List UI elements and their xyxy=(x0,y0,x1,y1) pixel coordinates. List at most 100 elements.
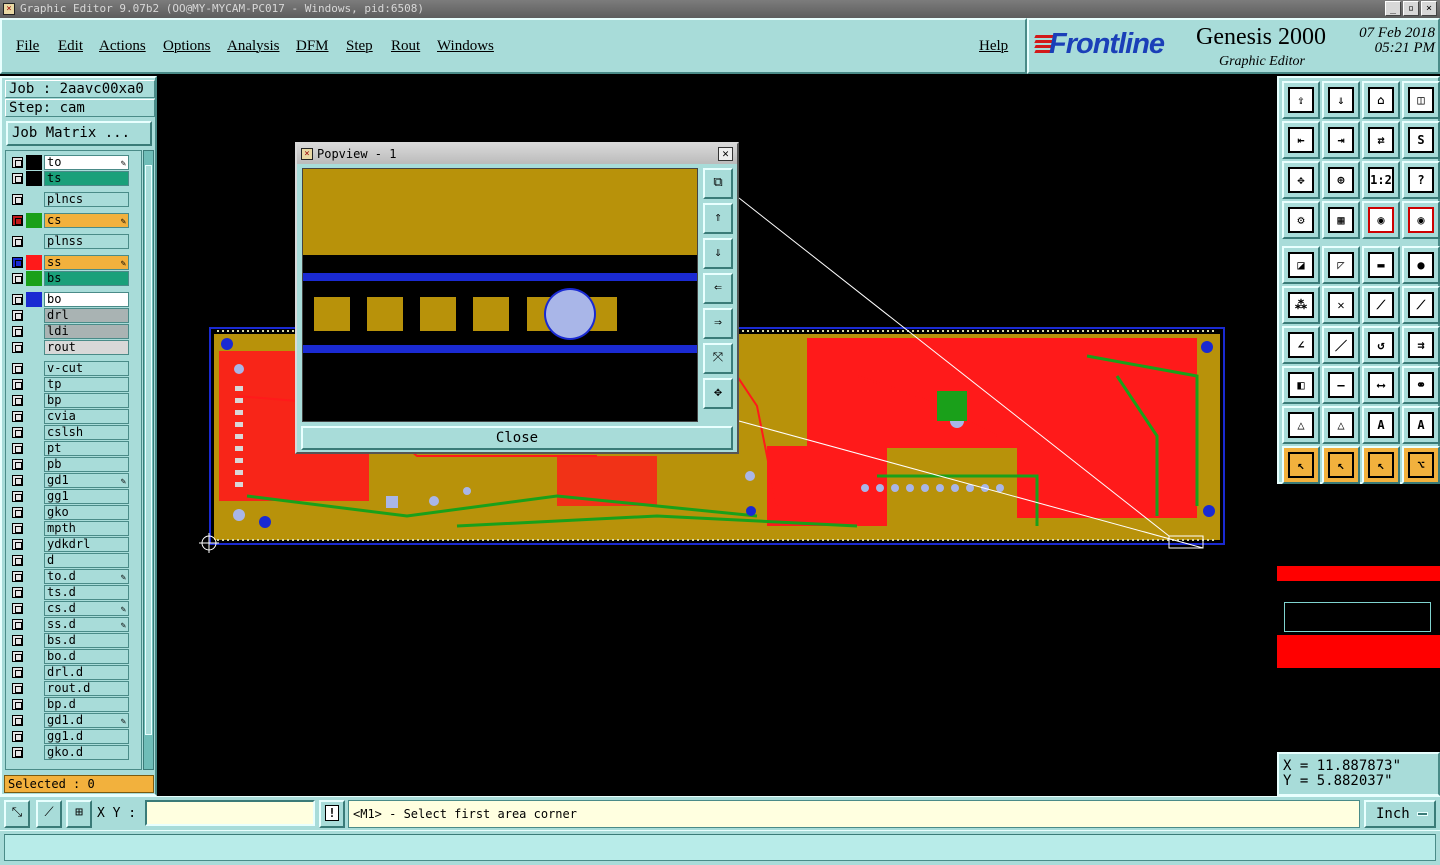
layer-row-ss-d[interactable]: ss.d ✎ xyxy=(8,617,141,632)
pointer-dot-button[interactable]: ↖ xyxy=(1362,446,1400,484)
layer-row-ldi[interactable]: ldi xyxy=(8,324,141,339)
menu-help[interactable]: Help xyxy=(979,38,1008,55)
layer-checkbox[interactable] xyxy=(12,491,23,502)
layer-checkbox[interactable] xyxy=(12,257,23,268)
layer-row-gd1-d[interactable]: gd1.d ✎ xyxy=(8,713,141,728)
layer-row-ts-d[interactable]: ts.d xyxy=(8,585,141,600)
layer-checkbox[interactable] xyxy=(12,523,23,534)
arrow-button[interactable]: ⇉ xyxy=(1402,326,1440,364)
layer-row-drl[interactable]: drl xyxy=(8,308,141,323)
layer-name[interactable]: bp.d xyxy=(44,697,129,712)
scrollbar-thumb[interactable] xyxy=(145,165,152,735)
layer-row-tp[interactable]: tp xyxy=(8,377,141,392)
layer-row-cs[interactable]: cs ✎ xyxy=(8,213,141,228)
layer-name[interactable]: ss ✎ xyxy=(44,255,129,270)
layer-row-ts[interactable]: ts xyxy=(8,171,141,186)
layer-name[interactable]: cslsh xyxy=(44,425,129,440)
layer-row-rout-d[interactable]: rout.d xyxy=(8,681,141,696)
layer-checkbox[interactable] xyxy=(12,157,23,168)
overview-map[interactable] xyxy=(1277,484,1440,752)
feature-button[interactable]: ◧ xyxy=(1282,366,1320,404)
layer-color-swatch[interactable] xyxy=(26,292,42,307)
measure-angle-button[interactable]: ◸ xyxy=(1322,246,1360,284)
scale-1-2-button[interactable]: 1:2 xyxy=(1362,161,1400,199)
layer-name[interactable]: cs.d ✎ xyxy=(44,601,129,616)
settings-button[interactable]: ⚙ xyxy=(1282,201,1320,239)
layer-name[interactable]: ldi xyxy=(44,324,129,339)
xy-input[interactable] xyxy=(145,800,315,826)
layer-row-gg1-d[interactable]: gg1.d xyxy=(8,729,141,744)
layer-name[interactable]: drl xyxy=(44,308,129,323)
layer-row-drl-d[interactable]: drl.d xyxy=(8,665,141,680)
layer-color-swatch[interactable] xyxy=(26,171,42,186)
layer-name[interactable]: to.d ✎ xyxy=(44,569,129,584)
layer-checkbox[interactable] xyxy=(12,731,23,742)
layer-checkbox[interactable] xyxy=(12,683,23,694)
layer-row-gko[interactable]: gko xyxy=(8,505,141,520)
line-blue-button[interactable]: ⟋ xyxy=(1402,286,1440,324)
layer-checkbox[interactable] xyxy=(12,475,23,486)
layer-name[interactable]: ss.d ✎ xyxy=(44,617,129,632)
menu-dfm[interactable]: DFM xyxy=(296,38,329,55)
zoom-in-button[interactable]: ⇓ xyxy=(1322,81,1360,119)
layer-color-swatch[interactable] xyxy=(26,271,42,286)
layer-checkbox[interactable] xyxy=(12,603,23,614)
layer-checkbox[interactable] xyxy=(12,651,23,662)
layer-name[interactable]: plnss xyxy=(44,234,129,249)
layer-name[interactable]: to ✎ xyxy=(44,155,129,170)
layer-row-mpth[interactable]: mpth xyxy=(8,521,141,536)
layer-name[interactable]: drl.d xyxy=(44,665,129,680)
select-button[interactable]: ◪ xyxy=(1282,246,1320,284)
layer-checkbox[interactable] xyxy=(12,326,23,337)
layer-checkbox[interactable] xyxy=(12,427,23,438)
layer-checkbox[interactable] xyxy=(12,443,23,454)
layer-checkbox[interactable] xyxy=(12,667,23,678)
layer-row-gko-d[interactable]: gko.d xyxy=(8,745,141,760)
layer-row-pt[interactable]: pt xyxy=(8,441,141,456)
popview-zoom-fit-icon[interactable]: ⤧ xyxy=(703,343,733,374)
layer-checkbox[interactable] xyxy=(12,635,23,646)
menu-windows[interactable]: Windows xyxy=(437,38,494,55)
slash-button[interactable]: ／ xyxy=(1322,326,1360,364)
route-button[interactable]: ⌥ xyxy=(1402,446,1440,484)
layer-color-swatch[interactable] xyxy=(26,155,42,170)
menu-options[interactable]: Options xyxy=(163,38,211,55)
split-window-button[interactable]: ◫ xyxy=(1402,81,1440,119)
layer-name[interactable]: ts.d xyxy=(44,585,129,600)
layer-row-gd1[interactable]: gd1 ✎ xyxy=(8,473,141,488)
zoom-area-icon[interactable]: ⤡ xyxy=(4,800,30,828)
layer-checkbox[interactable] xyxy=(12,459,23,470)
layer-name[interactable]: cvia xyxy=(44,409,129,424)
layer-checkbox[interactable] xyxy=(12,747,23,758)
triangle-a-button[interactable]: A xyxy=(1362,406,1400,444)
popview-pan-right-icon[interactable]: ⇒ xyxy=(703,308,733,339)
zoom-home-button[interactable]: ⇪ xyxy=(1282,81,1320,119)
layer-row-v-cut[interactable]: v-cut xyxy=(8,361,141,376)
menu-rout[interactable]: Rout xyxy=(391,38,420,55)
close-window-button[interactable]: × xyxy=(1421,1,1437,16)
unit-selector[interactable]: Inch xyxy=(1364,800,1436,828)
layer-row-to-d[interactable]: to.d ✎ xyxy=(8,569,141,584)
layer-name[interactable]: bs.d xyxy=(44,633,129,648)
layer-name[interactable]: gko.d xyxy=(44,745,129,760)
job-matrix-button[interactable]: Job Matrix ... xyxy=(6,121,152,146)
group-button[interactable]: ⚭ xyxy=(1402,366,1440,404)
center-button[interactable]: ⊕ xyxy=(1322,161,1360,199)
layer-name[interactable]: pt xyxy=(44,441,129,456)
grid-snap-icon[interactable]: ⊞ xyxy=(66,800,92,828)
arc-button[interactable]: ↺ xyxy=(1362,326,1400,364)
warning-button[interactable]: ! xyxy=(319,800,345,828)
maximize-button[interactable]: ▫ xyxy=(1403,1,1419,16)
popview-pan-up-icon[interactable]: ⇑ xyxy=(703,203,733,234)
layer-row-bp-d[interactable]: bp.d xyxy=(8,697,141,712)
layer-name[interactable]: gg1.d xyxy=(44,729,129,744)
popview-close-button[interactable]: Close xyxy=(301,426,733,450)
layer-checkbox[interactable] xyxy=(12,395,23,406)
mirror-button[interactable]: ⇄ xyxy=(1362,121,1400,159)
layer-row-cvia[interactable]: cvia xyxy=(8,409,141,424)
snap-pad-alt-button[interactable]: ◉ xyxy=(1402,201,1440,239)
layer-row-to[interactable]: to ✎ xyxy=(8,155,141,170)
layer-name[interactable]: bo.d xyxy=(44,649,129,664)
layer-row-plncs[interactable]: plncs xyxy=(8,192,141,207)
layer-checkbox[interactable] xyxy=(12,342,23,353)
